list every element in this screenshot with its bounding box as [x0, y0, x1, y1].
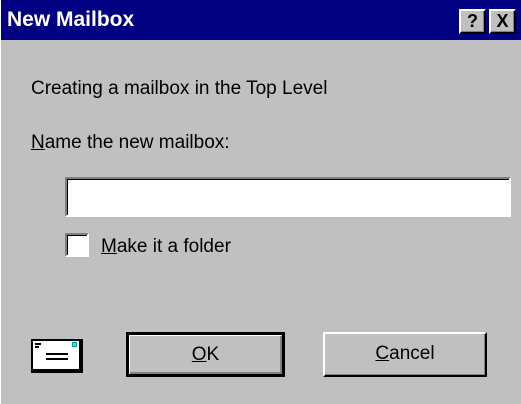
mailbox-name-input[interactable]	[65, 177, 511, 217]
close-button[interactable]: X	[489, 9, 516, 34]
ok-button-mnemonic: O	[191, 344, 207, 365]
ok-button-label: K	[206, 344, 220, 365]
dialog-title: New Mailbox	[7, 8, 135, 31]
make-folder-label-mnemonic: M	[101, 236, 117, 257]
new-mailbox-dialog: New Mailbox ? X Creating a mailbox in th…	[0, 0, 521, 404]
mailbox-name-label-text: ame the new mailbox:	[44, 132, 230, 153]
cancel-button-mnemonic: C	[375, 343, 390, 364]
make-folder-checkbox[interactable]	[65, 233, 89, 257]
mailbox-name-label-mnemonic: N	[31, 132, 45, 153]
make-folder-label[interactable]: Make it a folder	[101, 235, 231, 259]
location-info-text: Creating a mailbox in the Top Level	[31, 78, 328, 99]
make-folder-label-text: ake it a folder	[116, 236, 231, 257]
title-bar[interactable]: New Mailbox ? X	[1, 0, 521, 40]
mailbox-name-label: Name the new mailbox:	[31, 131, 230, 155]
mail-envelope-icon	[31, 339, 83, 373]
cancel-button-label: ancel	[389, 343, 435, 364]
cancel-button[interactable]: Cancel	[323, 332, 487, 377]
ok-button[interactable]: OK	[126, 332, 285, 377]
help-button[interactable]: ?	[459, 9, 486, 34]
